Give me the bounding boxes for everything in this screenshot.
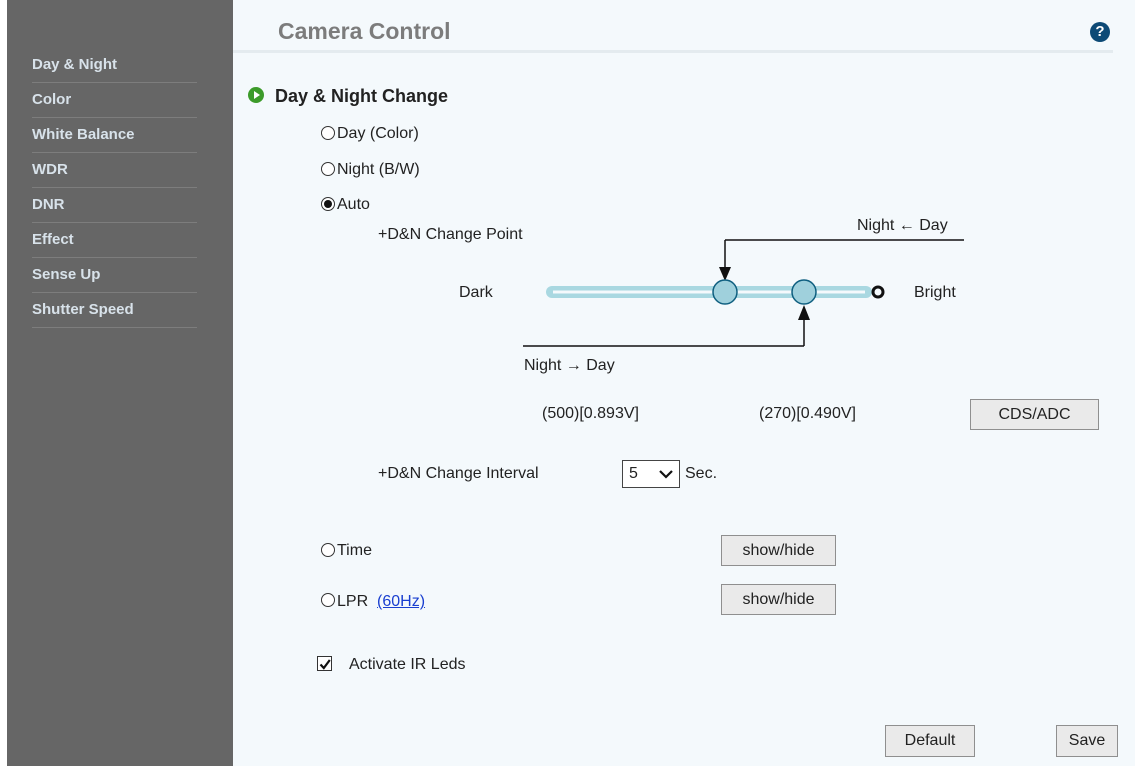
section-arrow-icon — [248, 87, 264, 103]
lpr-radio[interactable] — [321, 593, 335, 607]
help-icon[interactable]: ? — [1090, 22, 1110, 42]
night-from-day-arrowhead — [719, 267, 731, 281]
day-color-label: Day (Color) — [337, 125, 419, 142]
dark-label: Dark — [459, 284, 493, 301]
chevron-down-icon — [659, 470, 673, 479]
night-bw-radio[interactable] — [321, 162, 335, 176]
change-interval-value: 5 — [629, 465, 638, 482]
day-threshold-handle[interactable] — [791, 279, 817, 305]
auto-radio[interactable] — [321, 197, 335, 211]
change-point-slider — [523, 239, 964, 347]
page-header: Camera Control ? — [233, 0, 1113, 53]
sidebar-item-day-night[interactable]: Day & Night — [32, 48, 197, 83]
time-label: Time — [337, 542, 372, 559]
sidebar-item-wdr[interactable]: WDR — [32, 153, 197, 188]
sidebar-item-dnr[interactable]: DNR — [32, 188, 197, 223]
lpr-show-hide-button[interactable]: show/hide — [721, 584, 836, 615]
time-radio[interactable] — [321, 543, 335, 557]
cds-adc-button[interactable]: CDS/ADC — [970, 399, 1099, 430]
day-color-radio[interactable] — [321, 126, 335, 140]
default-button[interactable]: Default — [885, 725, 975, 757]
lpr-frequency-link[interactable]: (60Hz) — [377, 593, 425, 610]
sidebar: Day & Night Color White Balance WDR DNR … — [7, 0, 233, 766]
sidebar-item-color[interactable]: Color — [32, 83, 197, 118]
sidebar-item-effect[interactable]: Effect — [32, 223, 197, 258]
night-bw-label: Night (B/W) — [337, 161, 420, 178]
save-button[interactable]: Save — [1056, 725, 1118, 757]
night-to-day-label: Night → Day — [524, 357, 615, 374]
change-interval-unit: Sec. — [685, 465, 718, 482]
time-show-hide-button[interactable]: show/hide — [721, 535, 836, 566]
change-interval-label: +D&N Change Interval — [378, 465, 539, 482]
lpr-text: LPR — [337, 593, 369, 610]
day-threshold-value: (270)[0.490V] — [759, 405, 856, 422]
auto-label: Auto — [337, 196, 370, 213]
activate-ir-leds-checkbox[interactable] — [317, 656, 332, 671]
main-content: Camera Control ? Day & Night Change Day … — [233, 0, 1135, 766]
section-title: Day & Night Change — [275, 86, 449, 106]
sidebar-item-white-balance[interactable]: White Balance — [32, 118, 197, 153]
activate-ir-leds-label: Activate IR Leds — [349, 656, 466, 673]
night-threshold-value: (500)[0.893V] — [542, 405, 639, 422]
night-threshold-handle[interactable] — [712, 279, 738, 305]
current-level-marker — [871, 285, 885, 299]
sidebar-item-shutter-speed[interactable]: Shutter Speed — [32, 293, 197, 328]
bright-label: Bright — [914, 284, 956, 301]
lpr-label: LPR (60Hz) — [337, 592, 425, 612]
change-point-label: +D&N Change Point — [378, 226, 523, 243]
sidebar-item-sense-up[interactable]: Sense Up — [32, 258, 197, 293]
checkmark-icon — [319, 659, 331, 670]
page-title: Camera Control — [278, 18, 451, 44]
change-interval-select[interactable]: 5 — [622, 460, 680, 488]
